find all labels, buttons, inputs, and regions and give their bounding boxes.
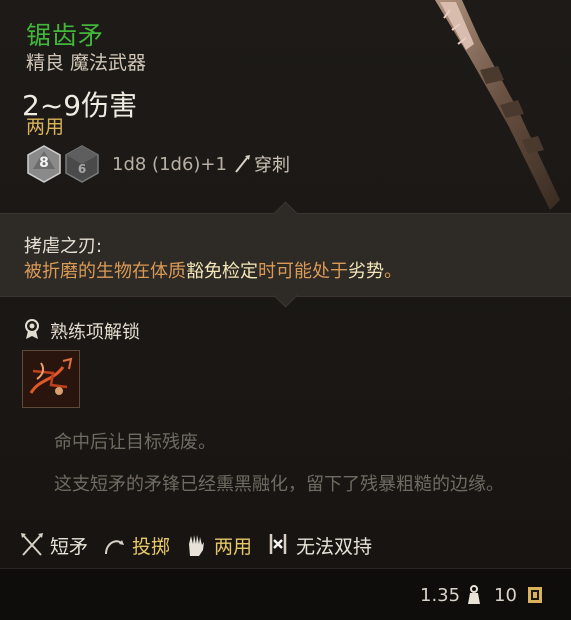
weight-icon xyxy=(468,585,480,604)
item-rarity-type: 精良 魔法武器 xyxy=(26,52,147,74)
passive-desc-text-2: 时可能处于 xyxy=(258,261,348,282)
passive-desc-end: 。 xyxy=(384,261,402,282)
flavor-text: 这支短矛的矛锋已经熏黑融化，留下了残暴粗糙的边缘。 xyxy=(54,474,504,495)
item-tooltip: 锯齿矛 精良 魔法武器 2~9伤害 两用 8 6 1d8 (1d6)+1 穿刺 … xyxy=(0,0,571,620)
tag-no-dual-wield-label: 无法双持 xyxy=(296,535,373,558)
throw-icon xyxy=(105,540,125,555)
damage-type: 穿刺 xyxy=(253,155,290,176)
tag-throw[interactable]: 投掷 xyxy=(102,532,170,559)
d6-die-value: 6 xyxy=(77,162,87,176)
tag-no-dual-wield[interactable]: 无法双持 xyxy=(266,532,372,559)
weapon-tags-row: 短矛 投掷 两用 无法双持 xyxy=(20,530,386,560)
tag-versatile-label: 两用 xyxy=(214,535,253,558)
gold-coin-icon xyxy=(528,587,542,603)
d6-die-icon: 6 xyxy=(64,145,100,183)
item-price: 10 xyxy=(494,585,517,606)
passive-desc-keyword-disadvantage[interactable]: 劣势 xyxy=(348,261,384,282)
tag-spear-label: 短矛 xyxy=(50,535,89,558)
d8-die-value: 8 xyxy=(39,155,49,171)
no-dual-wield-icon xyxy=(269,534,287,554)
dice-formula: 1d8 (1d6)+1 xyxy=(112,153,227,175)
passive-desc-text: 被折磨的生物在体质 xyxy=(24,261,186,282)
effect-description: 命中后让目标残废。 xyxy=(54,432,216,453)
piercing-icon xyxy=(235,155,250,173)
damage-dice-row: 8 6 1d8 (1d6)+1 穿刺 xyxy=(26,142,290,186)
item-weight: 1.35 xyxy=(420,585,461,606)
item-name: 锯齿矛 xyxy=(26,21,105,50)
passive-description: 被折磨的生物在体质豁免检定时可能处于劣势。 xyxy=(24,257,402,283)
passive-desc-keyword-save[interactable]: 豁免检定 xyxy=(186,261,258,282)
hand-icon xyxy=(189,535,205,556)
proficiency-icon xyxy=(25,319,39,339)
d8-die-icon: 8 xyxy=(26,145,62,183)
proficiency-title: 熟练项解锁 xyxy=(50,322,140,343)
footer-bar xyxy=(0,568,571,620)
tag-throw-label: 投掷 xyxy=(132,535,171,558)
tag-spear[interactable]: 短矛 xyxy=(20,532,88,559)
spear-artwork xyxy=(435,0,560,210)
tag-versatile[interactable]: 两用 xyxy=(184,532,252,559)
handedness-label: 两用 xyxy=(26,116,65,138)
proficiency-skill-icon[interactable] xyxy=(22,350,80,408)
crossed-spears-icon xyxy=(21,533,43,556)
passive-name: 拷虐之刃: xyxy=(24,236,103,257)
